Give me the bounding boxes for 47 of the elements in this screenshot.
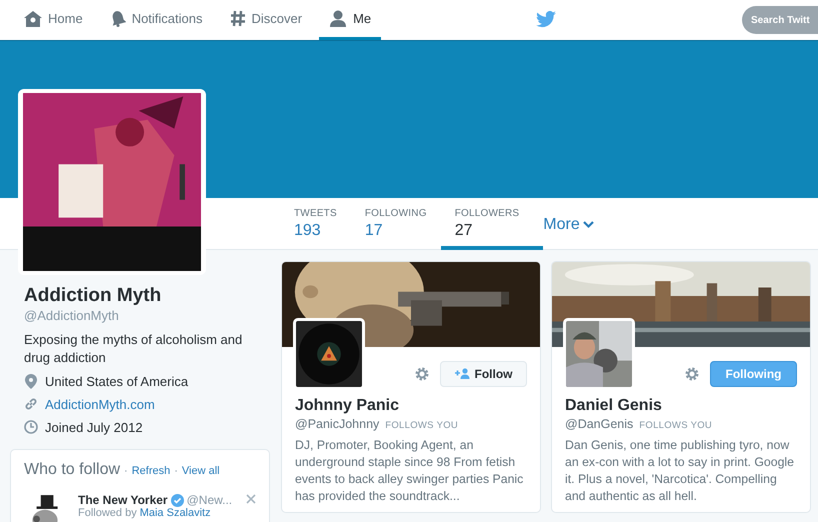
stat-tab[interactable]: TWEETS 193 [280,198,351,250]
hash-icon [230,10,246,27]
clock-icon [24,420,38,434]
profile-name: Addiction Myth [24,285,162,307]
stat-tab[interactable]: FOLLOWING 17 [350,198,441,250]
follow-button[interactable]: Follow [440,360,527,386]
bell-icon [110,10,126,27]
user-name: Daniel Genis [565,397,663,415]
location-text: United States of America [45,374,188,388]
user-name: Johnny Panic [295,397,400,415]
separator: · [124,465,128,477]
add-person-icon [454,368,470,379]
person-icon [329,10,348,27]
bird-logo-icon [536,11,556,28]
section-title: Who to follow [24,461,120,479]
friend-link[interactable]: Maia Szalavitz [140,507,211,519]
settings-icon[interactable] [684,366,700,382]
nav-tab[interactable]: Discover [220,0,312,40]
settings-icon[interactable] [414,366,430,382]
follows-you-label: FOLLOWS YOU [385,420,458,431]
profile-handle: @AddictionMyth [24,308,120,323]
separator: · [174,465,178,477]
stat-tab[interactable]: FOLLOWERS 27 [440,198,544,250]
account-handle: @New... [186,493,232,507]
follows-you-label: FOLLOWS YOU [639,420,712,431]
account-name: The New Yorker [78,493,168,507]
section-link[interactable]: View all [182,465,220,477]
nav-tab[interactable]: Home [14,0,93,40]
more-menu-button[interactable]: More [543,214,594,236]
section-link[interactable]: Refresh [132,465,170,477]
link-icon [24,397,38,411]
user-bio: DJ, Promoter, Booking Agent, an underground staple since 98 From fetish events to back alley swinger parties Panic has provided the soundtrack... [295,437,524,505]
website-link[interactable]: AddictionMyth.com [45,396,155,412]
close-icon [246,494,256,504]
user-handle: @PanicJohnny [295,417,380,431]
follow-button[interactable]: Following [710,360,797,386]
nav-tab[interactable]: Notifications [100,0,212,40]
search-field[interactable]: Search Twitt [742,6,818,34]
followed-by-text: Followed by [78,507,137,519]
chevron-down-icon [582,221,594,229]
location-pin-icon [24,374,38,388]
user-bio: Dan Genis, one time publishing tyro, now an ex-con with a lot to say in print. Google it. Plus a novel, 'Narcotica'. Compelling and authentic as all hell. [565,437,795,505]
close-button[interactable] [246,492,256,506]
user-handle: @DanGenis [565,417,634,431]
profile-bio: Exposing the myths of alcoholism and drug addiction [24,331,244,367]
join-date: Joined July 2012 [45,420,143,434]
home-icon [24,10,42,26]
